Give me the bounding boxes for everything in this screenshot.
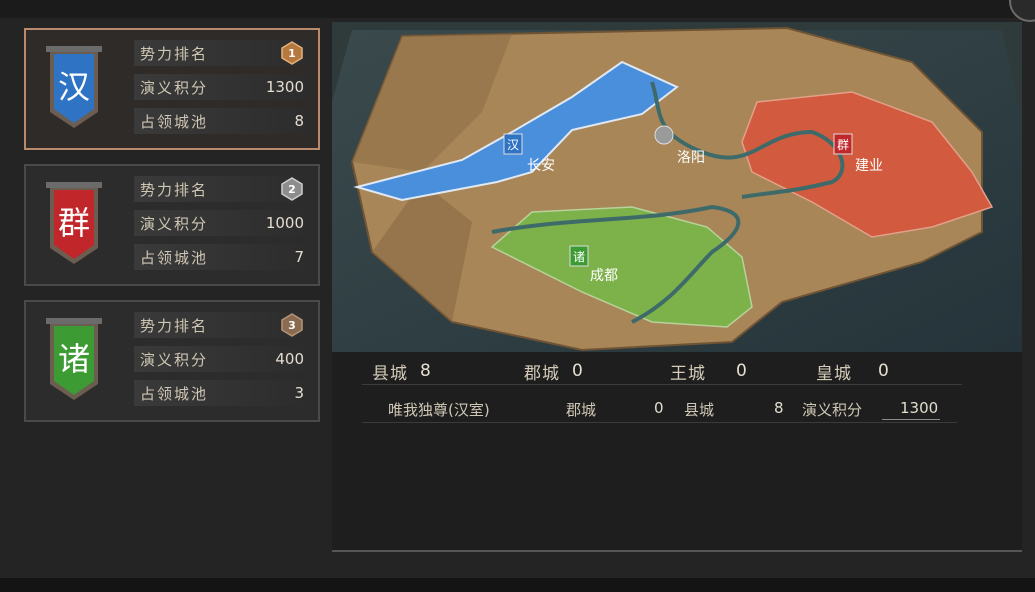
king-city-label: 王城 <box>670 363 706 384</box>
cities-value: 8 <box>294 112 304 130</box>
svg-text:诸: 诸 <box>573 250 585 264</box>
rank-medal-icon: 2 <box>281 177 303 201</box>
score-label: 演义积分 <box>140 214 209 233</box>
rank-medal-icon: 3 <box>281 313 303 337</box>
close-button[interactable] <box>1009 0 1035 22</box>
faction-card-han[interactable]: 汉 势力排名 1 演义积分 1300 占领城池 8 <box>24 28 320 150</box>
cities-row: 占领城池 8 <box>134 108 312 134</box>
cities-label: 占领城池 <box>140 248 209 267</box>
map-panel: 汉 长安 洛阳 群 建业 诸 成都 <box>332 22 1022 552</box>
cities-value: 7 <box>294 248 304 266</box>
faction-banner-icon: 汉 <box>46 46 102 128</box>
detail-county-value: 8 <box>774 399 784 417</box>
imperial-city-label: 皇城 <box>816 363 852 384</box>
detail-name: 唯我独尊(汉室) <box>388 401 490 419</box>
king-city-value: 0 <box>736 361 747 381</box>
commandery-label: 郡城 <box>524 363 560 384</box>
svg-text:群: 群 <box>837 138 849 152</box>
score-value: 1300 <box>265 78 304 96</box>
cities-label: 占领城池 <box>140 112 209 131</box>
detail-county-label: 县城 <box>684 401 715 419</box>
rank-row: 势力排名 2 <box>134 176 312 202</box>
rank-medal-icon: 1 <box>281 41 303 65</box>
rank-label: 势力排名 <box>140 316 209 335</box>
svg-text:成都: 成都 <box>590 268 618 284</box>
banner-char: 群 <box>58 204 90 242</box>
rank-row: 势力排名 1 <box>134 40 312 66</box>
svg-text:汉: 汉 <box>507 138 519 152</box>
rank-label: 势力排名 <box>140 44 209 63</box>
faction-ranking-window: 汉 势力排名 1 演义积分 1300 占领城池 8 群 势力排名 2 演义积分 … <box>0 0 1035 592</box>
territory-map[interactable]: 汉 长安 洛阳 群 建业 诸 成都 <box>332 22 1022 352</box>
detail-commandery-value: 0 <box>654 399 664 417</box>
top-strip <box>0 0 1035 18</box>
score-label: 演义积分 <box>140 350 209 369</box>
cities-row: 占领城池 7 <box>134 244 312 270</box>
banner-char: 诸 <box>58 340 90 378</box>
faction-card-qun[interactable]: 群 势力排名 2 演义积分 1000 占领城池 7 <box>24 164 320 286</box>
svg-text:2: 2 <box>288 183 296 196</box>
rank-row: 势力排名 3 <box>134 312 312 338</box>
cities-label: 占领城池 <box>140 384 209 403</box>
svg-text:长安: 长安 <box>527 158 555 174</box>
svg-text:3: 3 <box>288 319 296 332</box>
detail-row: 唯我独尊(汉室) 郡城 0 县城 8 演义积分 1300 <box>362 396 957 423</box>
bottom-strip <box>0 578 1035 592</box>
detail-score-label: 演义积分 <box>802 401 863 419</box>
imperial-city-value: 0 <box>878 361 889 381</box>
county-label: 县城 <box>372 363 408 384</box>
city-type-stats: 县城 8 郡城 0 王城 0 皇城 0 <box>362 358 962 385</box>
detail-score-value: 1300 <box>882 399 941 420</box>
svg-text:建业: 建业 <box>855 158 883 174</box>
county-value: 8 <box>420 361 431 381</box>
commandery-value: 0 <box>572 361 583 381</box>
svg-text:洛阳: 洛阳 <box>677 150 705 166</box>
banner-char: 汉 <box>58 68 90 106</box>
svg-text:1: 1 <box>288 47 296 60</box>
score-label: 演义积分 <box>140 78 209 97</box>
score-value: 1000 <box>265 214 304 232</box>
rank-label: 势力排名 <box>140 180 209 199</box>
score-row: 演义积分 1000 <box>134 210 312 236</box>
cities-value: 3 <box>294 384 304 402</box>
faction-card-zhu[interactable]: 诸 势力排名 3 演义积分 400 占领城池 3 <box>24 300 320 422</box>
cities-row: 占领城池 3 <box>134 380 312 406</box>
faction-banner-icon: 群 <box>46 182 102 264</box>
faction-banner-icon: 诸 <box>46 318 102 400</box>
score-row: 演义积分 1300 <box>134 74 312 100</box>
detail-commandery-label: 郡城 <box>566 401 597 419</box>
score-value: 400 <box>275 350 304 368</box>
score-row: 演义积分 400 <box>134 346 312 372</box>
